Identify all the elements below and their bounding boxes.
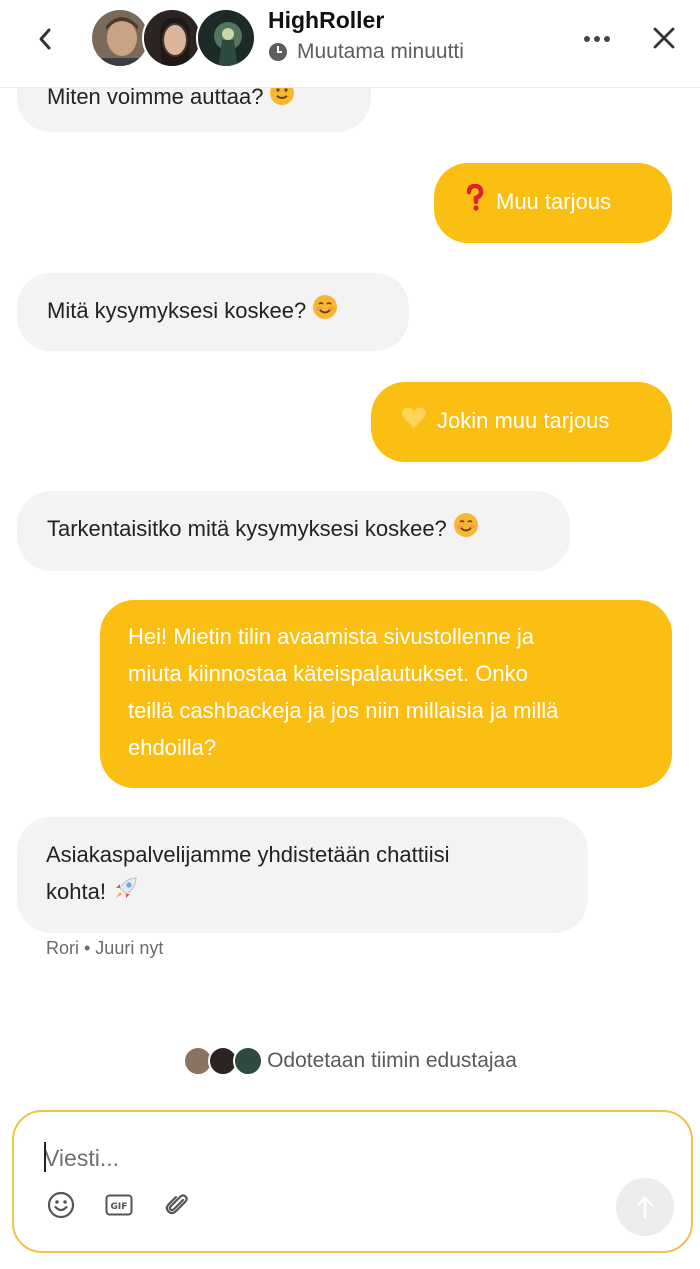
bot-message: Asiakaspalvelijamme yhdistetään chattiis… xyxy=(17,817,588,933)
message-line: Asiakaspalvelijamme yhdistetään chattiis… xyxy=(46,842,450,867)
attach-button[interactable] xyxy=(160,1188,194,1222)
bot-message: Miten voimme auttaa? xyxy=(17,88,371,132)
bot-message: Mitä kysymyksesi koskee? xyxy=(17,273,409,351)
waiting-text: Odotetaan tiimin edustajaa xyxy=(267,1049,517,1072)
message-text: Miten voimme auttaa? xyxy=(47,88,264,109)
yellow-heart-icon xyxy=(401,404,427,441)
message-line: kohta! xyxy=(46,879,106,904)
waiting-indicator: Odotetaan tiimin edustajaa xyxy=(0,1044,700,1078)
send-button[interactable] xyxy=(616,1178,674,1236)
avatar xyxy=(142,8,202,68)
avatar xyxy=(90,8,150,68)
response-time-status: Muutama minuutti xyxy=(268,40,464,64)
message-line: ehdoilla? xyxy=(128,735,217,760)
chat-title: HighRoller xyxy=(268,7,385,33)
message-meta: Rori • Juuri nyt xyxy=(46,938,164,958)
message-line: miuta kiinnostaa käteispalautukset. Onko xyxy=(128,661,528,686)
waiting-avatars xyxy=(183,1046,267,1076)
avatar xyxy=(196,8,256,68)
gif-button[interactable]: GIF xyxy=(102,1188,136,1222)
smiling-face-icon xyxy=(312,294,338,331)
bot-message: Tarkentaisitko mitä kysymyksesi koskee? xyxy=(17,491,570,571)
message-text: Mitä kysymyksesi koskee? xyxy=(47,298,307,323)
question-mark-icon xyxy=(464,183,486,223)
chat-header: HighRoller Muutama minuutti xyxy=(0,0,700,88)
user-message: Jokin muu tarjous xyxy=(371,382,672,462)
message-text: Muu tarjous xyxy=(496,189,611,214)
clock-icon xyxy=(269,43,287,61)
gif-icon: GIF xyxy=(105,1194,133,1216)
message-composer: GIF xyxy=(12,1110,693,1253)
slightly-smiling-face-icon xyxy=(269,88,295,117)
close-button[interactable] xyxy=(646,20,682,56)
svg-text:GIF: GIF xyxy=(111,1202,128,1212)
back-button[interactable] xyxy=(28,22,62,56)
chat-widget: HighRoller Muutama minuutti Miten voimme… xyxy=(0,0,700,1269)
message-line: teillä cashbackeja ja jos niin millaisia… xyxy=(128,698,559,723)
avatar xyxy=(233,1046,264,1076)
emoji-icon xyxy=(47,1191,75,1219)
chevron-left-icon xyxy=(39,28,51,50)
status-text: Muutama minuutti xyxy=(297,40,464,63)
text-caret xyxy=(44,1142,46,1172)
paperclip-icon xyxy=(165,1194,188,1215)
message-text: Tarkentaisitko mitä kysymyksesi koskee? xyxy=(47,516,447,541)
message-text: Jokin muu tarjous xyxy=(437,408,610,433)
smiling-face-icon xyxy=(453,512,479,549)
message-input[interactable] xyxy=(44,1140,604,1176)
user-message: Muu tarjous xyxy=(434,163,672,243)
message-list: Miten voimme auttaa? Muu tarjous Mitä ky… xyxy=(0,88,700,1098)
more-horizontal-icon xyxy=(584,36,610,42)
rocket-icon xyxy=(112,874,140,913)
send-arrow-icon xyxy=(636,1196,654,1219)
user-message: Hei! Mietin tilin avaamista sivustollenn… xyxy=(100,600,672,788)
more-options-button[interactable] xyxy=(580,22,614,56)
emoji-button[interactable] xyxy=(44,1188,78,1222)
message-line: Hei! Mietin tilin avaamista sivustollenn… xyxy=(128,624,534,649)
close-icon xyxy=(653,27,675,49)
